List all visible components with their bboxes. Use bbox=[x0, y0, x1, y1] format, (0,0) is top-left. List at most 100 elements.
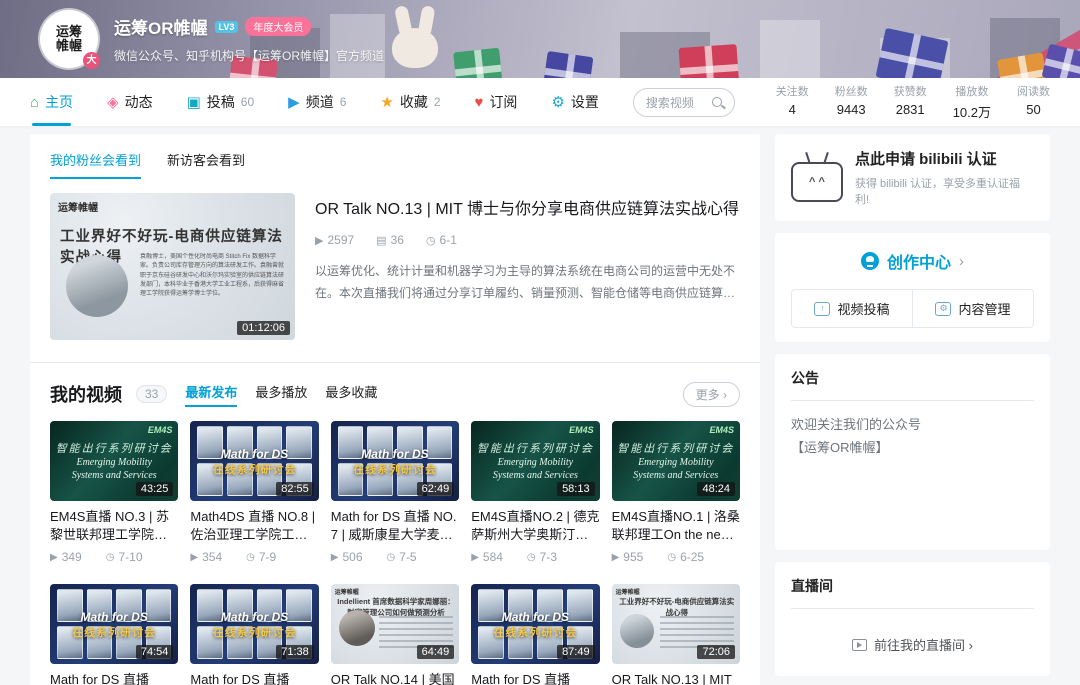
tab-uploads[interactable]: ▣ 投稿 60 bbox=[187, 78, 255, 126]
video-title[interactable]: Math for DS 直播 NO.5 | 麻省理工斯隆管理学院Robert bbox=[190, 671, 318, 685]
video-card[interactable]: EM4S 智能出行系列研讨会 Emerging Mobility Systems… bbox=[611, 421, 740, 564]
more-button[interactable]: 更多 › bbox=[682, 381, 740, 407]
video-thumbnail[interactable]: EM4S 智能出行系列研讨会 Emerging Mobility Systems… bbox=[50, 421, 179, 501]
video-thumbnail[interactable]: EM4S 智能出行系列研讨会 Emerging Mobility Systems… bbox=[611, 421, 740, 501]
vip-badge: 年度大会员 bbox=[245, 17, 312, 36]
tab-dynamics[interactable]: ◈ 动态 bbox=[107, 78, 153, 126]
tab-home[interactable]: ⌂ 主页 bbox=[30, 78, 73, 126]
speaker-photo bbox=[338, 610, 375, 646]
notice-card: 公告 欢迎关注我们的公众号 【运筹OR帷幄】 bbox=[775, 354, 1050, 550]
video-title[interactable]: OR Talk NO.13 | MIT 博士与你分享电商供应链算法实战 bbox=[612, 671, 740, 685]
duration-badge: 87:49 bbox=[557, 645, 595, 659]
content-manage-button[interactable]: ⚙ 内容管理 bbox=[912, 290, 1033, 327]
search-input[interactable]: 搜索视频 bbox=[632, 87, 735, 117]
video-thumbnail[interactable]: Math for DS 在线系列研讨会 87:49 bbox=[471, 584, 600, 664]
video-title[interactable]: EM4S直播 NO.3 | 苏黎世联邦理工学院（ETH Zürich） bbox=[50, 508, 178, 544]
avatar-text: 帷幄 bbox=[55, 38, 82, 53]
video-title[interactable]: EM4S直播NO.1 | 洛桑联邦理工On the new era of bbox=[612, 508, 740, 544]
search-placeholder: 搜索视频 bbox=[645, 95, 694, 110]
creator-center-link[interactable]: 创作中心 › bbox=[860, 249, 964, 273]
video-thumbnail[interactable]: 运筹帷幄 工业界好不好玩-电商供应链算法实战心得 72:06 bbox=[611, 584, 740, 664]
search-icon[interactable] bbox=[711, 97, 722, 107]
stat-following[interactable]: 关注数 4 bbox=[776, 83, 809, 121]
video-card[interactable]: 运筹帷幄 工业界好不好玩-电商供应链算法实战心得 72:06 OR Talk N… bbox=[611, 584, 740, 685]
tab-visitor-view[interactable]: 新访客会看到 bbox=[167, 150, 245, 179]
thumb-brand-logo: 运筹帷幄 bbox=[615, 590, 640, 596]
sort-newest[interactable]: 最新发布 bbox=[185, 382, 238, 407]
duration-badge: 72:06 bbox=[697, 645, 735, 659]
manage-icon: ⚙ bbox=[935, 301, 952, 316]
video-thumbnail[interactable]: Math for DS 在线系列研讨会 62:49 bbox=[330, 421, 460, 501]
video-thumbnail[interactable]: 运筹帷幄 Indellient 首席数据科学家周娜丽： 财富管理公司如何做预测分析… bbox=[330, 584, 460, 664]
banner-gift bbox=[542, 50, 594, 78]
featured-title[interactable]: OR Talk NO.13 | MIT 博士与你分享电商供应链算法实战心得 bbox=[315, 195, 740, 219]
verify-title[interactable]: 点此申请 bilibili 认证 bbox=[855, 148, 1034, 169]
video-card[interactable]: EM4S 智能出行系列研讨会 Emerging Mobility Systems… bbox=[471, 421, 600, 564]
video-card[interactable]: Math for DS 在线系列研讨会 74:54 Math for DS 直播 … bbox=[50, 584, 179, 685]
upload-video-button[interactable]: ↑ 视频投稿 bbox=[792, 290, 912, 327]
stat-reads[interactable]: 阅读数 50 bbox=[1017, 83, 1050, 121]
banner-gift bbox=[875, 27, 949, 78]
featured-video: 运筹帷幄 工业界好不好玩-电商供应链算法实战心得 袁融博士，美国个性化时尚电商 … bbox=[30, 179, 760, 358]
tab-fans-view[interactable]: 我的粉丝会看到 bbox=[50, 150, 142, 179]
video-card[interactable]: Math for DS 在线系列研讨会 82:55 Math4DS 直播 NO.8… bbox=[190, 421, 319, 564]
comment-count: ▤ 36 bbox=[376, 233, 404, 247]
banner-gift bbox=[1041, 43, 1080, 78]
tab-favorites[interactable]: ★ 收藏 2 bbox=[380, 78, 440, 126]
space-navbar: ⌂ 主页 ◈ 动态 ▣ 投稿 60 ▶ 频道 6 ★ 收藏 2 ♥ 订阅 ⚙ 设… bbox=[0, 78, 1080, 126]
video-grid: EM4S 智能出行系列研讨会 Emerging Mobility Systems… bbox=[30, 421, 760, 685]
stat-plays[interactable]: 播放数 10.2万 bbox=[953, 83, 991, 121]
video-thumbnail[interactable]: Math for DS 在线系列研讨会 74:54 bbox=[50, 584, 179, 664]
sort-most-played[interactable]: 最多播放 bbox=[255, 382, 307, 407]
stat-likes[interactable]: 获赞数 2831 bbox=[894, 83, 927, 121]
video-card[interactable]: Math for DS 在线系列研讨会 87:49 Math for DS 直播 … bbox=[471, 584, 600, 685]
bulb-icon bbox=[860, 252, 879, 270]
gear-icon: ⚙ bbox=[551, 93, 565, 111]
live-icon bbox=[852, 638, 868, 651]
user-signature: 微信公众号、知乎机构号【运筹OR帷幄】官方频道 bbox=[114, 49, 385, 63]
tab-settings[interactable]: ⚙ 设置 bbox=[551, 78, 598, 126]
duration-badge: 43:25 bbox=[135, 482, 174, 496]
chevron-right-icon: › bbox=[959, 252, 964, 270]
video-title[interactable]: Math for DS 直播 NO. 7 | 威斯康星大学麦迪逊分校电子 bbox=[331, 508, 459, 544]
level-badge: LV3 bbox=[214, 20, 239, 33]
avatar[interactable]: 运筹 帷幄 大 bbox=[40, 10, 100, 69]
play-icon: ▶ bbox=[50, 551, 58, 563]
featured-description: 以运筹优化、统计计量和机器学习为主导的算法系统在电商公司的运营中无处不在。本次直… bbox=[315, 264, 736, 300]
uploads-icon: ▣ bbox=[186, 93, 201, 111]
video-card[interactable]: Math for DS 在线系列研讨会 71:38 Math for DS 直播 … bbox=[190, 584, 319, 685]
video-thumbnail[interactable]: Math for DS 在线系列研讨会 82:55 bbox=[190, 421, 319, 501]
duration-badge: 62:49 bbox=[416, 482, 455, 496]
duration-badge: 64:49 bbox=[416, 645, 455, 659]
video-thumbnail[interactable]: Math for DS 在线系列研讨会 71:38 bbox=[190, 584, 319, 664]
video-thumbnail[interactable]: EM4S 智能出行系列研讨会 Emerging Mobility Systems… bbox=[471, 421, 600, 501]
video-title[interactable]: OR Talk NO.14 | 美国华尔街 Indellient 首席数据科学家 bbox=[331, 671, 459, 685]
video-count-badge: 33 bbox=[136, 385, 168, 403]
notice-line: 欢迎关注我们的公众号 bbox=[791, 417, 922, 432]
video-title[interactable]: EM4S直播NO.2 | 德克萨斯州大学奥斯汀分校教授 Kara bbox=[471, 508, 599, 544]
thumb-brand-logo: 运筹帷幄 bbox=[334, 590, 359, 596]
tab-channels[interactable]: ▶ 频道 6 bbox=[288, 78, 346, 126]
video-title[interactable]: Math for DS 直播 NO.4 | 斯坦福大学管理科学与工程叶荫 bbox=[471, 671, 599, 685]
comment-icon: ▤ bbox=[376, 235, 387, 247]
avatar-badge: 大 bbox=[83, 52, 100, 69]
featured-thumbnail[interactable]: 运筹帷幄 工业界好不好玩-电商供应链算法实战心得 袁融博士，美国个性化时尚电商 … bbox=[50, 193, 295, 340]
notice-title: 公告 bbox=[791, 370, 819, 386]
duration-badge: 71:38 bbox=[276, 645, 314, 659]
duration-badge: 82:55 bbox=[276, 482, 314, 496]
video-card[interactable]: 运筹帷幄 Indellient 首席数据科学家周娜丽： 财富管理公司如何做预测分析… bbox=[330, 584, 460, 685]
go-to-live-room-link[interactable]: 前往我的直播间 › bbox=[791, 621, 1034, 662]
home-icon: ⌂ bbox=[30, 93, 40, 111]
my-videos-title: 我的视频 bbox=[50, 385, 122, 405]
sort-most-favorited[interactable]: 最多收藏 bbox=[325, 382, 377, 407]
verify-card[interactable]: ^ ^ 点此申请 bilibili 认证 获得 bilibili 认证，享受多重… bbox=[775, 134, 1050, 221]
heart-icon: ♥ bbox=[474, 93, 484, 111]
divider bbox=[791, 608, 1034, 609]
tab-subscriptions[interactable]: ♥ 订阅 bbox=[475, 78, 518, 126]
video-title[interactable]: Math4DS 直播 NO.8 | 佐治亚理工学院工业与系统工程系 bbox=[190, 508, 318, 544]
video-title[interactable]: Math for DS 直播 NO.6 | 华盛顿大学计算机科学系和统计 bbox=[50, 671, 178, 685]
video-card[interactable]: EM4S 智能出行系列研讨会 Emerging Mobility Systems… bbox=[50, 421, 179, 564]
play-icon: ▶ bbox=[315, 235, 324, 247]
stat-followers[interactable]: 粉丝数 9443 bbox=[835, 83, 868, 121]
video-card[interactable]: Math for DS 在线系列研讨会 62:49 Math for DS 直播 … bbox=[330, 421, 460, 564]
